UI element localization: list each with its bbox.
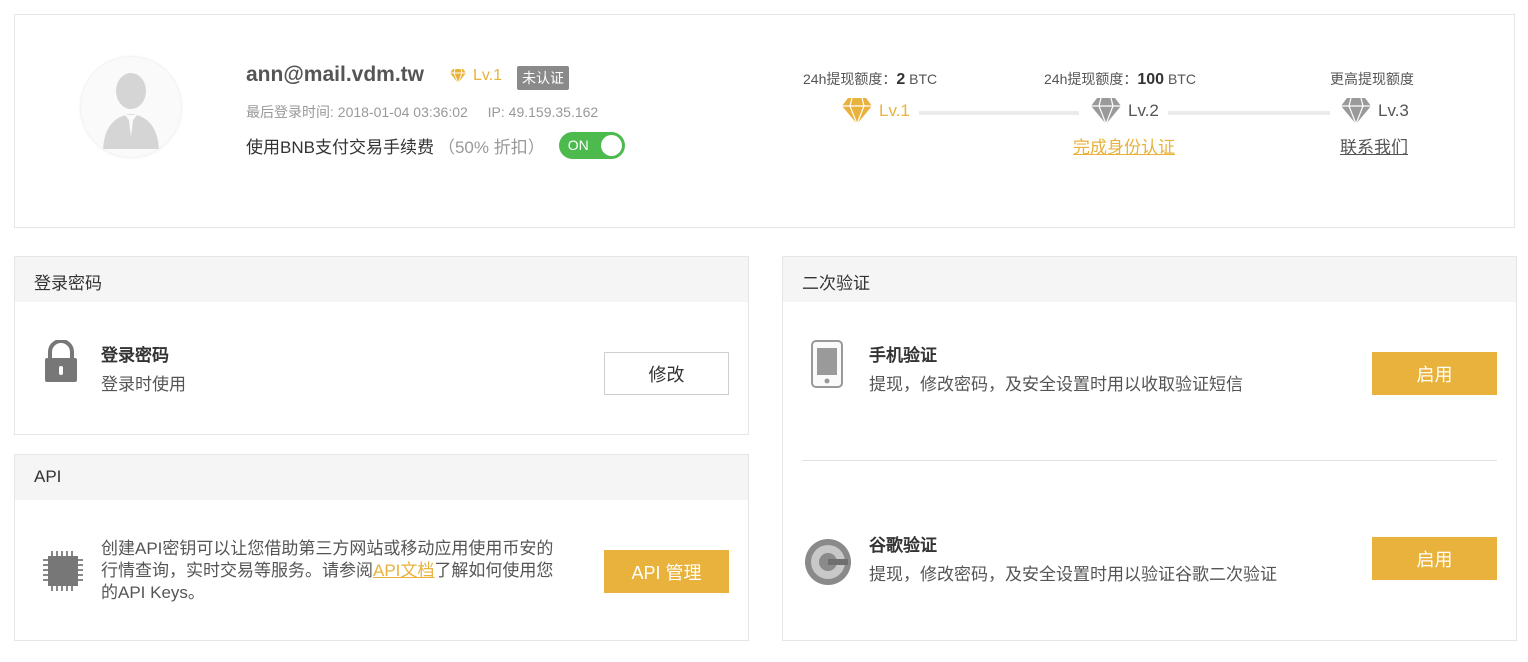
sms-verification-title: 手机验证 (869, 346, 937, 365)
gold-diamond-icon (450, 68, 466, 84)
api-manage-button[interactable]: API 管理 (604, 550, 729, 593)
login-meta: 最后登录时间: 2018-01-04 03:36:02 IP: 49.159.3… (246, 102, 598, 122)
two-factor-panel: 二次验证 手机验证 提现，修改密码，及安全设置时用以收取验证短信 启用 谷歌验证… (782, 256, 1517, 641)
api-docs-link[interactable]: API文档 (373, 561, 434, 580)
chip-icon (43, 551, 83, 591)
login-password-desc: 登录时使用 (101, 375, 186, 394)
api-description: 创建API密钥可以让您借助第三方网站或移动应用使用币安的行情查询，实时交易等服务… (101, 538, 561, 604)
google-authenticator-icon (805, 539, 851, 585)
api-header: API (15, 455, 748, 500)
level-node-1: Lv.1 (841, 97, 910, 125)
two-factor-header: 二次验证 (783, 257, 1516, 302)
limit-lv2: 24h提现额度：100 BTC (1044, 69, 1196, 89)
user-avatar-icon (103, 73, 159, 149)
bnb-fee-label: 使用BNB支付交易手续费 (246, 138, 434, 157)
limit-lv1: 24h提现额度：2 BTC (803, 69, 937, 89)
user-level-label: Lv.1 (473, 67, 503, 84)
api-panel: API 创建API密钥可以让您借助第三方网站或移动应用使用币安的行情查询，实时交… (14, 454, 749, 641)
level-node-3-label: Lv.3 (1378, 101, 1409, 120)
change-password-button[interactable]: 修改 (604, 352, 729, 395)
level-progress-line-1 (919, 111, 1079, 115)
level-node-3: Lv.3 (1340, 97, 1409, 125)
contact-us-link[interactable]: 联系我们 (1340, 133, 1408, 158)
gold-diamond-icon (842, 97, 872, 125)
bnb-fee-row: 使用BNB支付交易手续费 （50% 折扣） ON (246, 132, 625, 159)
limit-lv2-unit: BTC (1164, 71, 1196, 87)
level-progress-line-2 (1168, 111, 1330, 115)
phone-icon (811, 340, 843, 388)
bnb-discount: （50% 折扣） (437, 138, 545, 157)
last-login-time: 最后登录时间: 2018-01-04 03:36:02 (246, 104, 468, 120)
lock-icon (45, 340, 77, 382)
level-node-2: Lv.2 (1090, 97, 1159, 125)
google-verification-title: 谷歌验证 (869, 536, 937, 555)
limit-lv1-label: 24h提现额度： (803, 71, 897, 87)
user-level: Lv.1 (449, 67, 502, 85)
profile-card: ann@mail.vdm.tw Lv.1 未认证 最后登录时间: 2018-01… (14, 14, 1515, 228)
login-password-header: 登录密码 (15, 257, 748, 302)
limit-lv1-amount: 2 (896, 71, 906, 88)
level-node-1-label: Lv.1 (879, 101, 910, 120)
login-password-title: 登录密码 (101, 346, 169, 365)
level-node-2-label: Lv.2 (1128, 101, 1159, 120)
limit-lv3-label: 更高提现额度 (1330, 71, 1414, 87)
google-verification-desc: 提现，修改密码，及安全设置时用以验证谷歌二次验证 (869, 565, 1277, 584)
login-password-panel: 登录密码 登录密码 登录时使用 修改 (14, 256, 749, 435)
enable-sms-button[interactable]: 启用 (1372, 352, 1497, 395)
limit-lv1-unit: BTC (905, 71, 938, 87)
bnb-fee-toggle[interactable]: ON (558, 132, 625, 159)
gray-diamond-icon (1091, 97, 1121, 125)
divider (802, 460, 1497, 461)
unverified-badge: 未认证 (517, 66, 569, 90)
limit-lv2-label: 24h提现额度： (1044, 71, 1138, 87)
toggle-label: ON (567, 137, 589, 153)
toggle-knob (600, 135, 622, 156)
avatar (81, 57, 181, 157)
user-email: ann@mail.vdm.tw (246, 63, 425, 86)
enable-google-button[interactable]: 启用 (1372, 537, 1497, 580)
gray-diamond-icon (1341, 97, 1371, 125)
complete-verification-link[interactable]: 完成身份认证 (1073, 133, 1175, 158)
login-ip: IP: 49.159.35.162 (487, 104, 599, 120)
sms-verification-desc: 提现，修改密码，及安全设置时用以收取验证短信 (869, 375, 1243, 394)
limit-lv2-amount: 100 (1137, 71, 1165, 88)
